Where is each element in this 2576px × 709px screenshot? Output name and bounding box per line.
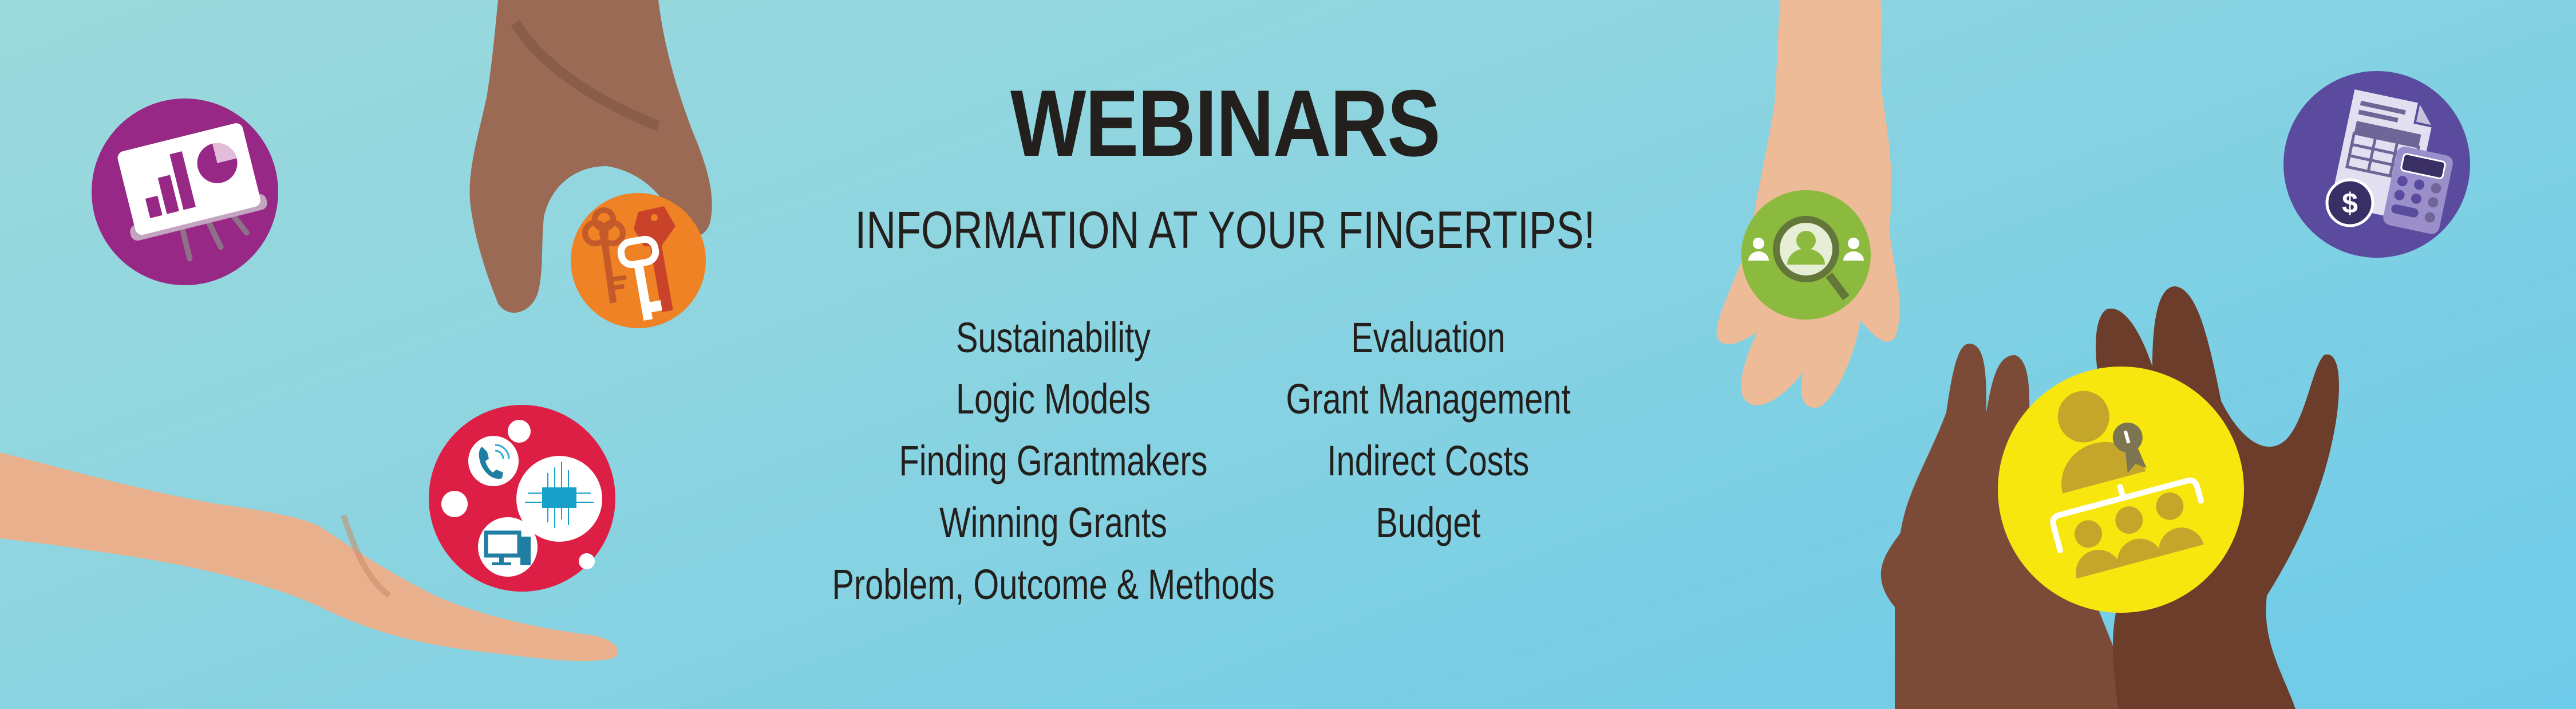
webinars-banner: $ WEBINARS INFORMATION AT YOUR FINGERTIP… bbox=[0, 0, 2576, 709]
dollar-symbol: $ bbox=[2342, 187, 2358, 219]
topic-item: Grant Management bbox=[1286, 375, 1571, 423]
organization-chart-icon bbox=[1998, 367, 2244, 613]
topic-item: Problem, Outcome & Methods bbox=[832, 561, 1275, 608]
phone-icon bbox=[468, 436, 519, 486]
topic-item: Budget bbox=[1376, 499, 1481, 546]
page-subtitle: INFORMATION AT YOUR FINGERTIPS! bbox=[855, 201, 1595, 259]
page-title: WEBINARS bbox=[1010, 70, 1441, 176]
technology-icon bbox=[429, 405, 615, 592]
topic-item: Evaluation bbox=[1351, 314, 1506, 361]
budget-calculator-icon: $ bbox=[2283, 71, 2470, 258]
topic-item: Indirect Costs bbox=[1327, 437, 1530, 485]
